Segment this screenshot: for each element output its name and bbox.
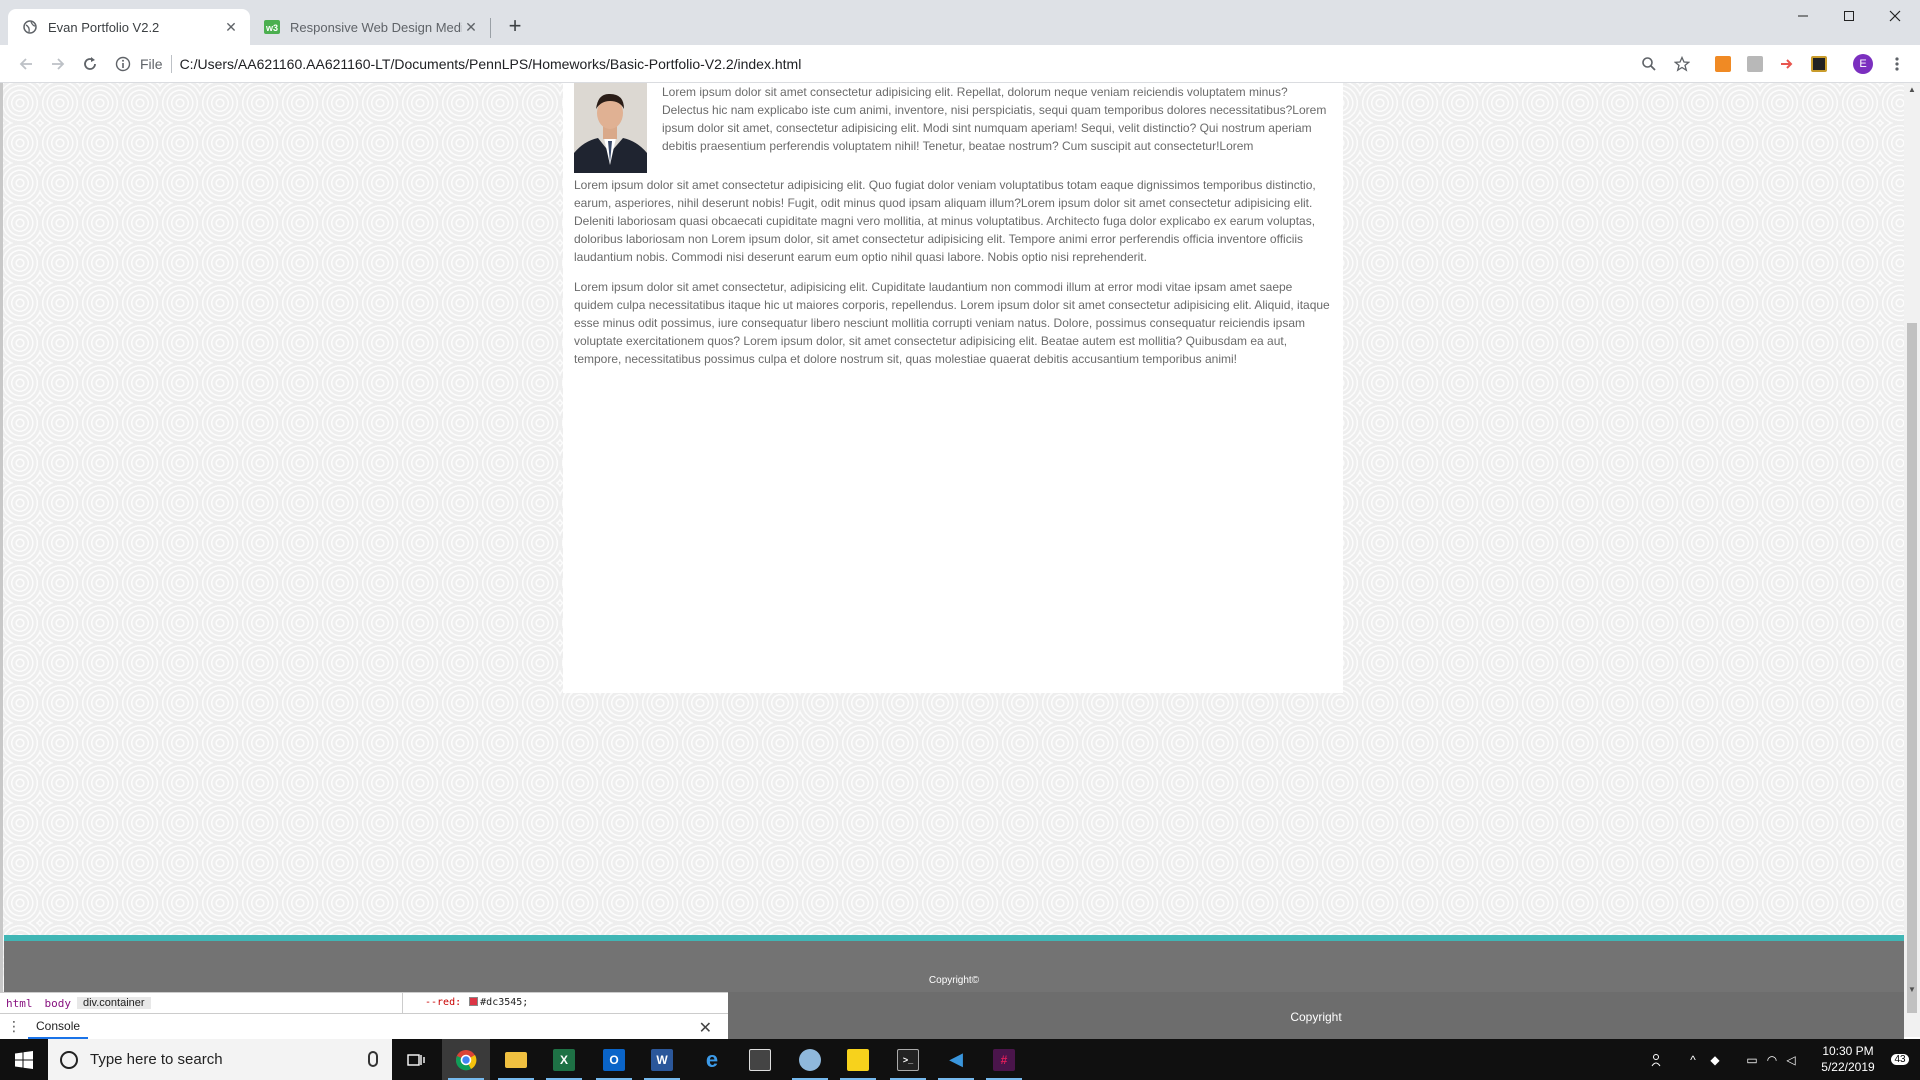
drawer-menu-icon[interactable]: ⋮ (0, 1018, 28, 1035)
tab-separator (490, 18, 491, 38)
globe-icon (22, 19, 38, 35)
file-explorer-icon[interactable] (492, 1039, 540, 1080)
task-view-icon[interactable] (392, 1039, 440, 1080)
window-close-icon[interactable] (1872, 0, 1918, 32)
intro-text: Lorem ipsum dolor sit amet consectetur a… (662, 85, 1327, 153)
scrollbar-thumb[interactable] (1907, 323, 1917, 1013)
forward-arrow-icon[interactable] (44, 50, 72, 78)
close-icon[interactable]: ✕ (222, 19, 240, 36)
scroll-down-arrow-icon[interactable]: ▼ (1904, 983, 1920, 997)
color-swatch[interactable] (469, 997, 479, 1006)
reload-icon[interactable] (76, 50, 104, 78)
tab-title: Responsive Web Design Media Q (290, 19, 462, 35)
tab-evan-portfolio[interactable]: Evan Portfolio V2.2 ✕ (8, 9, 250, 45)
style-property[interactable]: --red: (425, 997, 461, 1008)
devtools-drawer: ⋮ Console ✕ (0, 1013, 728, 1039)
devtools-panel: html body div.container --red: #dc3545; … (0, 992, 728, 1039)
tab-strip: Evan Portfolio V2.2 ✕ w3 Responsive Web … (0, 0, 1920, 45)
url-divider (170, 55, 172, 73)
browser-toolbar: File C:/Users/AA621160.AA621160-LT/Docum… (0, 45, 1920, 83)
svg-text:w3: w3 (265, 23, 278, 33)
new-tab-button[interactable]: + (502, 14, 528, 40)
breadcrumb-body[interactable]: body (39, 997, 78, 1010)
terminal-icon[interactable]: >_ (884, 1039, 932, 1080)
wifi-icon[interactable]: ◠ (1762, 1039, 1782, 1080)
intro-section: Lorem ipsum dolor sit amet consectetur a… (574, 83, 1332, 173)
taskbar-search-box[interactable]: Type here to search (48, 1039, 392, 1080)
calculator-icon[interactable] (736, 1039, 784, 1080)
more-menu-icon[interactable] (1886, 53, 1908, 75)
styles-pane: --red: #dc3545; (402, 993, 728, 1013)
url-text[interactable]: C:/Users/AA621160.AA621160-LT/Documents/… (180, 56, 802, 72)
maximize-icon[interactable] (1826, 0, 1872, 32)
battery-icon[interactable]: ▭ (1742, 1039, 1762, 1080)
back-arrow-icon[interactable] (12, 50, 40, 78)
secondary-footer: Copyright (728, 992, 1904, 1039)
info-icon[interactable] (114, 55, 132, 73)
internet-explorer-icon[interactable]: e (688, 1039, 736, 1080)
notification-count: 43 (1891, 1054, 1909, 1065)
chrome-taskbar-icon[interactable] (442, 1039, 490, 1080)
tab-console[interactable]: Console (28, 1015, 89, 1039)
paragraph-2: Lorem ipsum dolor sit amet consectetur a… (574, 178, 1316, 264)
windows-start-icon[interactable] (0, 1039, 48, 1080)
breadcrumb: html body div.container (0, 993, 400, 1013)
vscode-icon[interactable]: ◀ (932, 1039, 980, 1080)
close-icon[interactable]: ✕ (699, 1018, 712, 1038)
paragraph-3: Lorem ipsum dolor sit amet consectetur, … (574, 280, 1330, 366)
content-container: Lorem ipsum dolor sit amet consectetur a… (563, 83, 1343, 693)
extension-arrow-icon[interactable] (1776, 53, 1798, 75)
tab-responsive-web-design[interactable]: w3 Responsive Web Design Media Q ✕ (250, 9, 490, 45)
word-icon[interactable]: W (638, 1039, 686, 1080)
profile-avatar[interactable]: E (1852, 53, 1874, 75)
extension-screen-icon[interactable] (1808, 53, 1830, 75)
profile-photo (574, 83, 647, 173)
url-scheme: File (140, 56, 163, 72)
search-placeholder: Type here to search (90, 1051, 223, 1068)
minimize-icon[interactable] (1780, 0, 1826, 32)
style-value[interactable]: #dc3545; (480, 997, 528, 1008)
bookmark-star-icon[interactable] (1671, 53, 1693, 75)
excel-icon[interactable]: X (540, 1039, 588, 1080)
breadcrumb-html[interactable]: html (0, 997, 39, 1010)
extension-fox-icon[interactable] (1712, 53, 1734, 75)
scroll-up-arrow-icon[interactable]: ▲ (1904, 83, 1920, 97)
dropbox-icon[interactable]: ◆ (1706, 1039, 1724, 1080)
tab-title: Evan Portfolio V2.2 (48, 19, 160, 35)
footer-copyright: Copyright© (928, 975, 980, 986)
microphone-icon[interactable] (368, 1051, 378, 1067)
w3schools-icon: w3 (264, 19, 280, 35)
zoom-icon[interactable] (1638, 53, 1660, 75)
page-footer: Copyright© (4, 935, 1904, 995)
page-scrollbar[interactable]: ▲ ▼ (1904, 83, 1920, 1037)
snipping-tool-icon[interactable] (786, 1039, 834, 1080)
sticky-notes-icon[interactable] (834, 1039, 882, 1080)
left-edge (0, 83, 3, 1037)
windows-taskbar: Type here to search X O W e >_ ◀ # ^ ◆ 1… (0, 1039, 1920, 1080)
show-hidden-icons-chevron-icon[interactable]: ^ (1684, 1039, 1702, 1080)
cortana-icon (60, 1050, 78, 1069)
close-icon[interactable]: ✕ (462, 19, 480, 36)
breadcrumb-container[interactable]: div.container (77, 997, 151, 1009)
volume-icon[interactable]: ◁ (1782, 1039, 1800, 1080)
extension-pdf-icon[interactable] (1744, 53, 1766, 75)
slack-icon[interactable]: # (980, 1039, 1028, 1080)
footer2-copyright: Copyright (1290, 1010, 1342, 1024)
notification-center-icon[interactable]: 43 (1880, 1039, 1920, 1080)
people-icon[interactable] (1648, 1039, 1668, 1080)
page-viewport[interactable]: Lorem ipsum dolor sit amet consectetur a… (0, 83, 1904, 1037)
address-bar[interactable]: File C:/Users/AA621160.AA621160-LT/Docum… (114, 49, 1730, 79)
outlook-icon[interactable]: O (590, 1039, 638, 1080)
